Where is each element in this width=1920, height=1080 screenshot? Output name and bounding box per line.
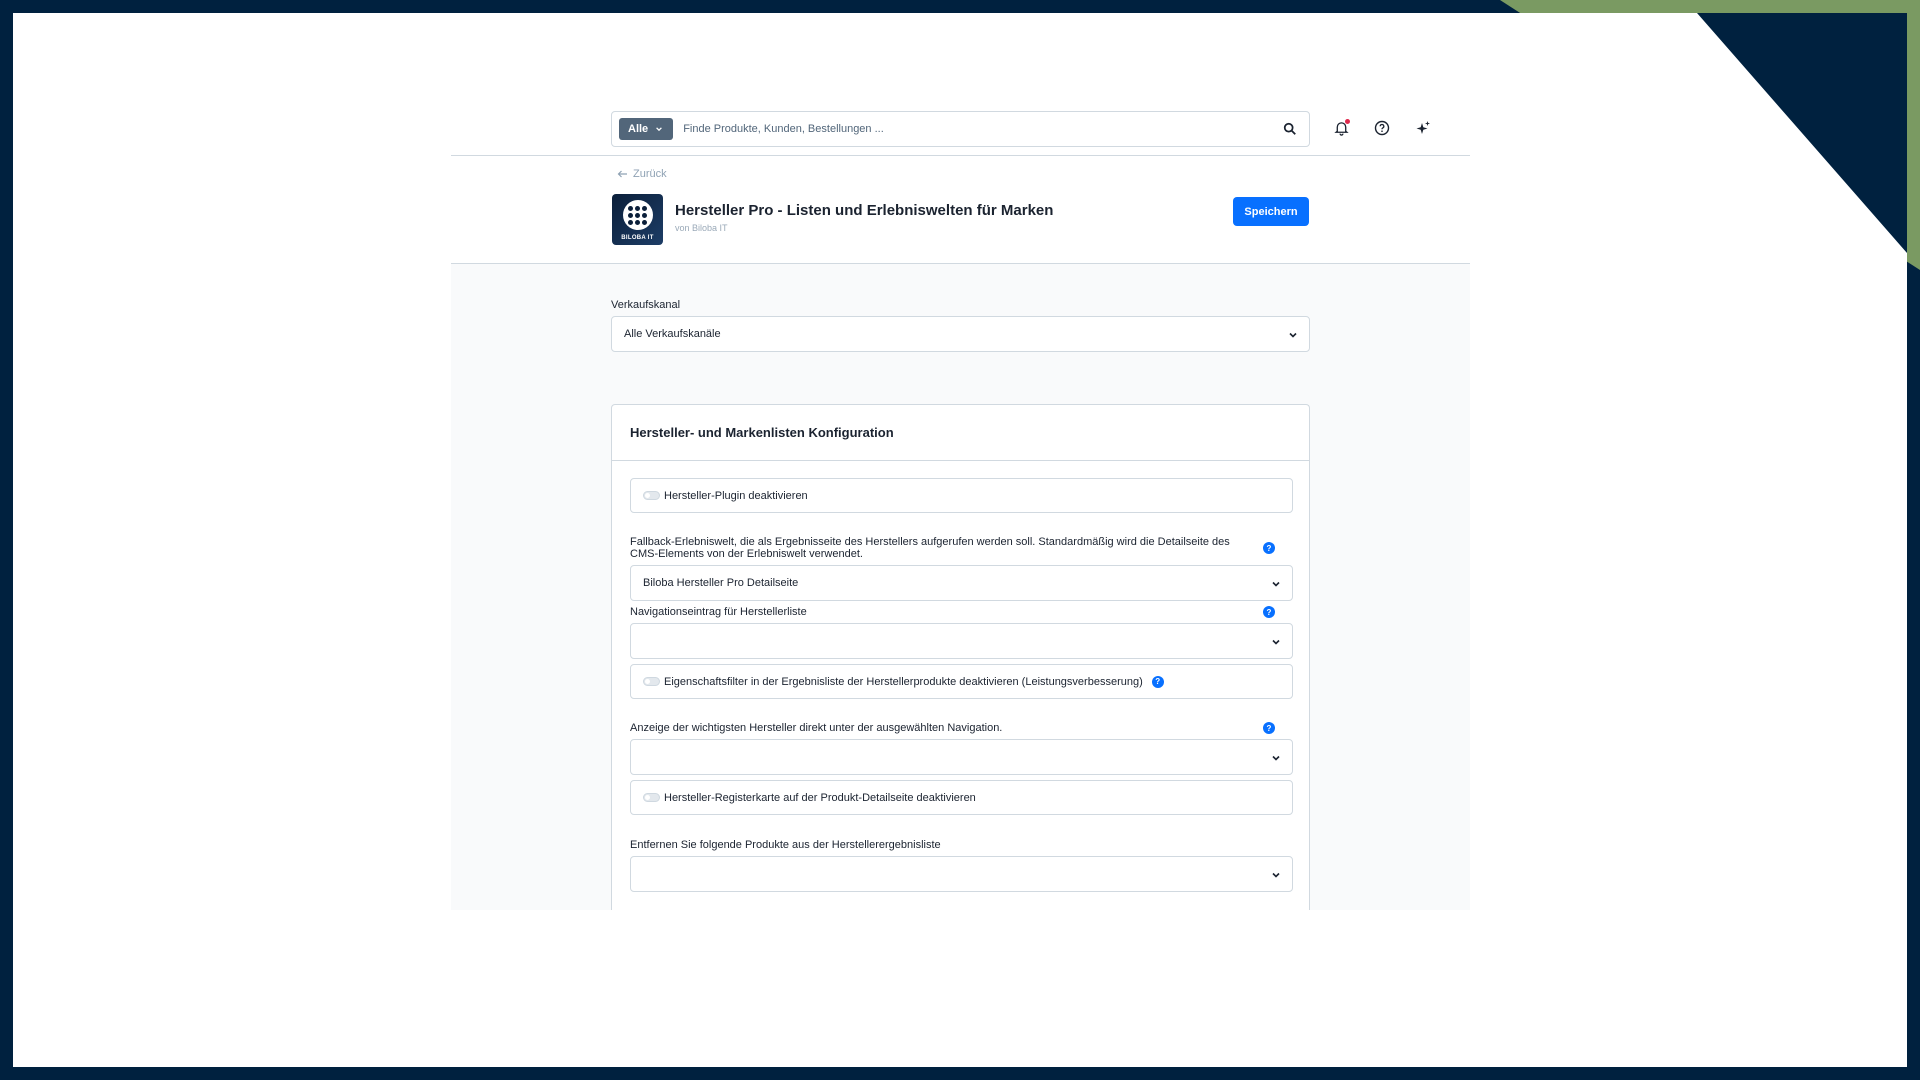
top-actions [1333,118,1431,138]
help-icon[interactable]: ? [1263,542,1275,554]
chevron-down-icon [656,127,663,132]
search-input[interactable] [683,112,1283,146]
help-icon[interactable]: ? [1151,675,1164,688]
nav-entry-label: Navigationseintrag für Herstellerliste [630,606,807,618]
logo-dots-icon [622,200,653,230]
divider [451,155,1470,156]
sales-channel-value: Alle Verkaufskanäle [624,328,721,340]
notification-badge [1345,119,1350,124]
card-title: Hersteller- und Markenlisten Konfigurati… [630,425,894,440]
search-icon[interactable] [1283,122,1297,136]
plugin-logo: BILOBA IT [612,194,663,245]
fallback-select[interactable]: Biloba Hersteller Pro Detailseite [630,565,1293,601]
search-filter-label: Alle [628,123,649,135]
chevron-down-icon [1289,332,1297,338]
global-search-bar: Alle [611,111,1310,147]
disable-tab-label: Hersteller-Registerkarte auf der Produkt… [664,791,976,804]
chevron-down-icon [1272,639,1280,645]
search-filter-button[interactable]: Alle [619,118,674,140]
arrow-left-icon [617,170,627,178]
page-title: Hersteller Pro - Listen und Erlebniswelt… [675,202,1054,219]
frame-corner-cut [1697,13,1907,263]
top-manufacturers-select[interactable] [630,739,1293,775]
property-filter-label: Eigenschaftsfilter in der Ergebnisliste … [664,675,1143,688]
sparkle-icon[interactable] [1415,118,1431,138]
sales-channel-label: Verkaufskanal [611,299,681,311]
save-button[interactable]: Speichern [1233,197,1309,226]
exclude-products-label: Entfernen Sie folgende Produkte aus der … [630,839,941,851]
exclude-products-select[interactable] [630,856,1293,892]
back-link[interactable]: Zurück [617,168,667,180]
disable-plugin-switch[interactable]: Hersteller-Plugin deaktivieren [630,478,1293,513]
bell-icon[interactable] [1333,118,1350,138]
chevron-down-icon [1272,581,1280,587]
top-manufacturers-label: Anzeige der wichtigsten Hersteller direk… [630,722,1003,734]
fallback-value: Biloba Hersteller Pro Detailseite [643,577,799,589]
help-circle-icon[interactable] [1374,118,1390,138]
property-filter-switch[interactable]: Eigenschaftsfilter in der Ergebnisliste … [630,664,1293,699]
disable-plugin-label: Hersteller-Plugin deaktivieren [664,489,808,502]
sales-channel-select[interactable]: Alle Verkaufskanäle [611,316,1310,352]
plugin-vendor: von Biloba IT [675,223,728,233]
nav-entry-select[interactable] [630,623,1293,659]
help-icon[interactable]: ? [1263,606,1275,618]
toggle-switch[interactable] [643,677,660,686]
config-card: Hersteller- und Markenlisten Konfigurati… [611,404,1310,910]
back-link-label: Zurück [633,168,667,180]
divider [612,460,1309,461]
help-icon[interactable]: ? [1263,722,1275,734]
toggle-switch[interactable] [643,793,660,802]
chevron-down-icon [1272,755,1280,761]
fallback-label: Fallback-Erlebniswelt, die als Ergebniss… [630,536,1230,560]
toggle-switch[interactable] [643,491,660,500]
chevron-down-icon [1272,872,1280,878]
disable-tab-switch[interactable]: Hersteller-Registerkarte auf der Produkt… [630,780,1293,815]
logo-text: BILOBA IT [621,235,654,241]
